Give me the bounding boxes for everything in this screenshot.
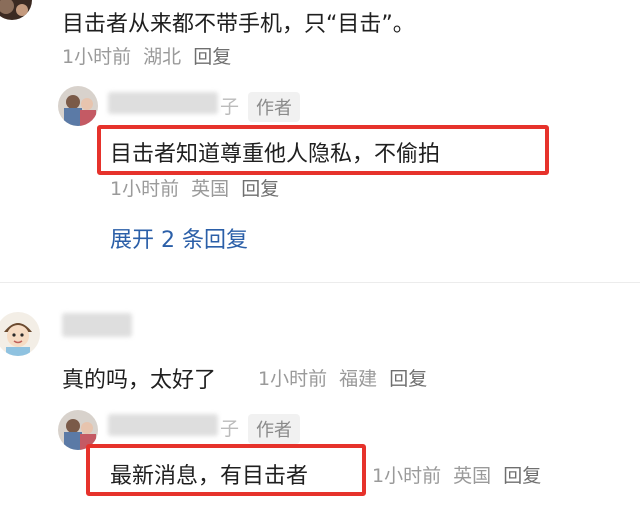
username-redacted[interactable] (108, 414, 218, 436)
expand-replies-link[interactable]: 展开 2 条回复 (110, 222, 248, 254)
reply-button[interactable]: 回复 (241, 178, 279, 200)
reply-text: 目击者知道尊重他人隐私，不偷拍 (110, 142, 441, 167)
reply-button[interactable]: 回复 (193, 46, 231, 68)
avatar[interactable] (0, 312, 40, 356)
comment-location: 福建 (339, 368, 378, 390)
reply-time: 1小时前 (110, 178, 180, 200)
reply-button[interactable]: 回复 (503, 465, 541, 487)
comment-meta: 1小时前 福建 回复 (258, 364, 427, 391)
comment-time: 1小时前 (62, 46, 132, 68)
username-suffix[interactable]: 子 (220, 92, 239, 119)
divider (0, 282, 640, 283)
avatar[interactable] (0, 0, 32, 20)
reply-meta: 1小时前 英国 回复 (372, 461, 541, 488)
reply-location: 英国 (191, 178, 230, 200)
comment-location: 湖北 (143, 46, 182, 68)
author-badge: 作者 (248, 92, 300, 122)
reply-button[interactable]: 回复 (389, 368, 427, 390)
comment-text: 目击者从来都不带手机，只“目击”。 (62, 12, 415, 37)
reply-location: 英国 (453, 465, 492, 487)
username-redacted[interactable] (108, 92, 218, 114)
username-redacted[interactable] (62, 313, 132, 337)
reply-time: 1小时前 (372, 465, 442, 487)
avatar[interactable] (58, 86, 98, 126)
reply-meta: 1小时前 英国 回复 (110, 174, 279, 201)
comment-time: 1小时前 (258, 368, 328, 390)
comment-meta: 1小时前 湖北 回复 (62, 42, 231, 69)
author-badge: 作者 (248, 414, 300, 444)
comment-text: 真的吗，太好了 (62, 368, 217, 393)
username-suffix[interactable]: 子 (220, 414, 239, 441)
reply-text: 最新消息，有目击者 (110, 464, 309, 489)
